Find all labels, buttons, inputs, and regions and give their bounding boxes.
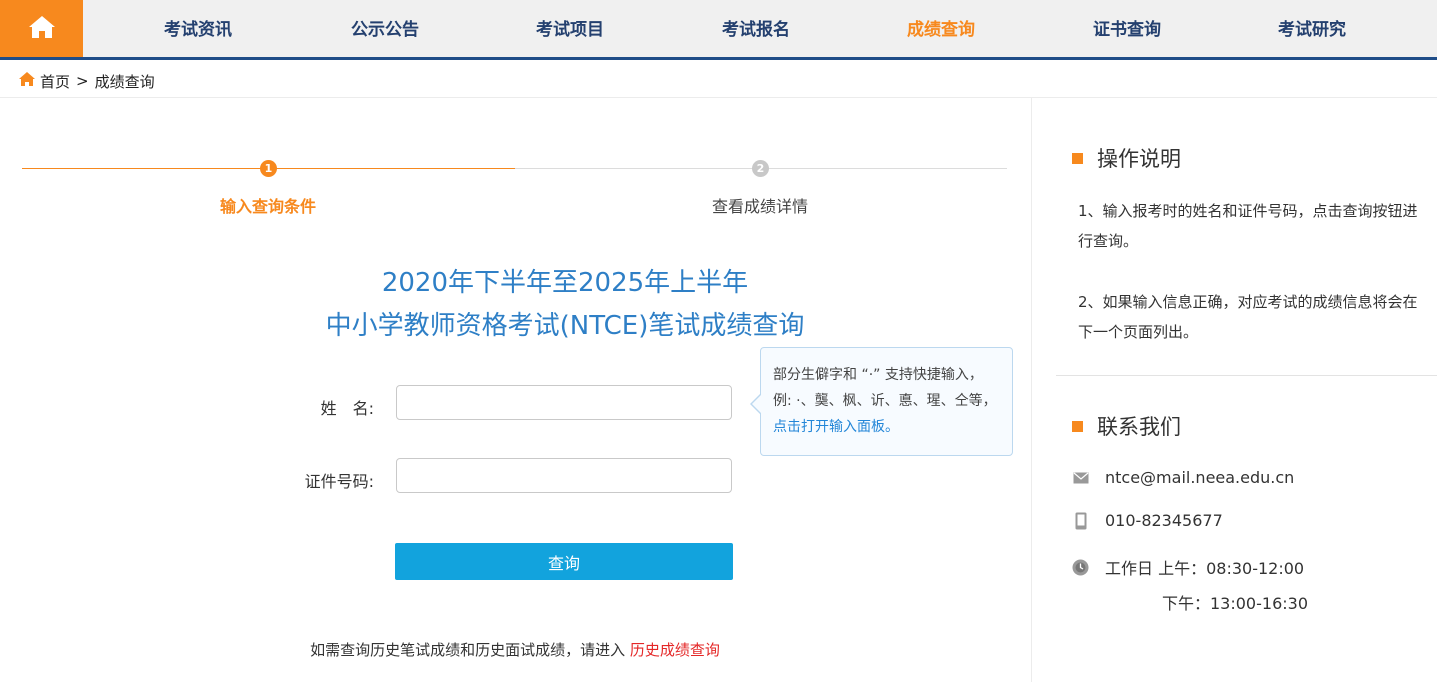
- tooltip-text: 部分生僻字和 “·” 支持快捷输入，例: ·、龑、枫、䜣、悳、瑆、仝等，: [773, 367, 997, 409]
- content-divider: [1031, 98, 1032, 682]
- home-icon: [27, 14, 57, 44]
- contact-heading: 联系我们: [1072, 411, 1181, 441]
- nav-item-exam-projects[interactable]: 考试项目: [510, 0, 630, 57]
- id-number-input[interactable]: [396, 458, 732, 493]
- rare-character-tooltip: 部分生僻字和 “·” 支持快捷输入，例: ·、龑、枫、䜣、悳、瑆、仝等， 点击打开…: [750, 347, 1013, 456]
- open-input-panel-link[interactable]: 点击打开输入面板。: [773, 419, 899, 435]
- step-1-label: 输入查询条件: [219, 197, 316, 216]
- query-button[interactable]: 查询: [395, 543, 733, 580]
- instruction-item: 2、如果输入信息正确，对应考试的成绩信息将会在下一个页面列出。: [1078, 293, 1418, 341]
- mail-icon: [1072, 472, 1089, 484]
- instructions-heading: 操作说明: [1072, 143, 1181, 173]
- nav-item-exam-news[interactable]: 考试资讯: [138, 0, 258, 57]
- breadcrumb-current: 成绩查询: [94, 72, 155, 91]
- id-number-label: 证件号码:: [304, 472, 374, 491]
- contact-hours-afternoon: 下午：13:00-16:30: [1162, 594, 1308, 613]
- home-icon: [18, 71, 36, 91]
- home-button[interactable]: [0, 0, 83, 57]
- contact-email-row: ntce@mail.neea.edu.cn: [1072, 468, 1294, 487]
- square-bullet-icon: [1072, 420, 1083, 432]
- clock-icon: [1072, 559, 1089, 576]
- contact-hours-morning: 工作日 上午：08:30-12:00: [1105, 559, 1305, 578]
- page-title-line-2: 中小学教师资格考试(NTCE)笔试成绩查询: [325, 311, 805, 341]
- phone-icon: [1072, 512, 1089, 530]
- page-title-line-1: 2020年下半年至2025年上半年: [381, 268, 749, 298]
- name-input[interactable]: [396, 385, 732, 420]
- top-nav-bar: 考试资讯 公示公告 考试项目 考试报名 成绩查询 证书查询 考试研究: [0, 0, 1437, 60]
- instructions-title: 操作说明: [1097, 147, 1181, 171]
- nav-item-exam-research[interactable]: 考试研究: [1252, 0, 1372, 57]
- contact-email[interactable]: ntce@mail.neea.edu.cn: [1105, 468, 1294, 487]
- step-2-marker: 2: [752, 160, 769, 177]
- breadcrumb-separator: >: [76, 72, 89, 90]
- history-score-query-link[interactable]: 历史成绩查询: [630, 641, 720, 659]
- nav-item-certificate-query[interactable]: 证书查询: [1067, 0, 1187, 57]
- nav-item-exam-registration[interactable]: 考试报名: [696, 0, 816, 57]
- breadcrumb-divider: [0, 97, 1437, 98]
- contact-hours-row: 工作日 上午：08:30-12:00: [1072, 555, 1304, 579]
- instruction-item: 1、输入报考时的姓名和证件号码，点击查询按钮进行查询。: [1078, 202, 1418, 250]
- breadcrumb: 首页 > 成绩查询: [18, 70, 155, 92]
- step-1-marker: 1: [260, 160, 277, 177]
- history-note-text: 如需查询历史笔试成绩和历史面试成绩，请进入: [310, 641, 626, 659]
- step-2-label: 查看成绩详情: [711, 197, 808, 216]
- contact-title: 联系我们: [1097, 415, 1181, 439]
- sidebar-divider: [1056, 375, 1437, 376]
- name-label: 姓 名:: [320, 399, 374, 418]
- contact-phone: 010-82345677: [1105, 511, 1223, 530]
- contact-phone-row: 010-82345677: [1072, 511, 1223, 530]
- breadcrumb-home-link[interactable]: 首页: [40, 71, 70, 92]
- nav-item-announcements[interactable]: 公示公告: [325, 0, 445, 57]
- nav-item-score-query[interactable]: 成绩查询: [881, 0, 1001, 57]
- history-query-note: 如需查询历史笔试成绩和历史面试成绩，请进入 历史成绩查询: [180, 639, 850, 660]
- square-bullet-icon: [1072, 152, 1083, 164]
